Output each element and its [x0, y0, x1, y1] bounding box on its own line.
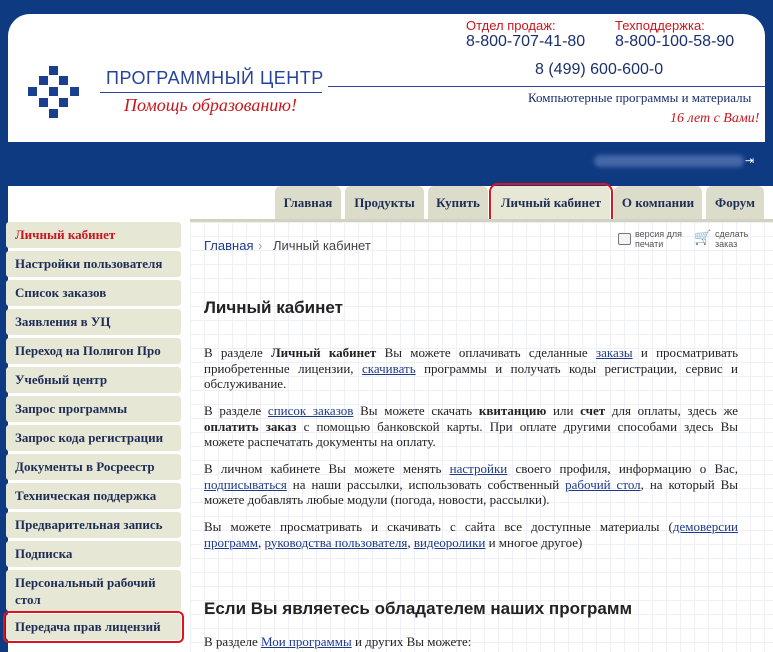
sidebar-item-desktop[interactable]: Персональный рабочий стол [6, 570, 181, 611]
support-label: Техподдержка: [615, 18, 705, 33]
site-header: ПРОГРАММНЫЙ ЦЕНТР Помощь образованию! От… [8, 14, 765, 142]
subscribe-link[interactable]: подписываться [204, 477, 287, 492]
orders-paragraph: В разделе список заказов Вы можете скача… [204, 403, 739, 449]
main-phone: 8 (499) 600-600-0 [535, 61, 664, 78]
logo-title: ПРОГРАММНЫЙ ЦЕНТР [106, 68, 324, 88]
print-version-link[interactable]: версия для печати [635, 229, 687, 249]
download-link[interactable]: скачивать [362, 361, 416, 376]
tab-forum[interactable]: Форум [706, 186, 764, 219]
header-divider [328, 86, 765, 87]
user-name[interactable] [594, 155, 744, 167]
sales-label: Отдел продаж: [466, 18, 556, 33]
tagline: Компьютерные программы и материалы [528, 90, 752, 105]
settings-link[interactable]: настройки [450, 461, 508, 476]
orders-link[interactable]: заказы [596, 345, 633, 360]
logo-divider [100, 92, 322, 93]
sales-phone: 8-800-707-41-80 [466, 33, 586, 50]
sidebar-item-regcode-request[interactable]: Запрос кода регистрации [6, 425, 181, 451]
tab-buy[interactable]: Купить [428, 186, 488, 219]
years-slogan: 16 лет с Вами! [670, 111, 760, 126]
sidebar-item-subscription[interactable]: Подписка [6, 541, 181, 567]
logout-icon[interactable]: ⇥ [745, 155, 755, 166]
order-list-link[interactable]: список заказов [268, 403, 353, 418]
manuals-link[interactable]: руководства пользователя [265, 535, 408, 550]
sidebar-item-appointment[interactable]: Предварительная запись [6, 512, 181, 538]
sidebar-item-tech-support[interactable]: Техническая поддержка [6, 483, 181, 509]
logo-icon[interactable] [28, 66, 80, 118]
sidebar-item-orders[interactable]: Список заказов [6, 280, 181, 306]
my-programs-link[interactable]: Мои программы [261, 634, 352, 649]
owners-heading: Если Вы являетесь обладателем наших прог… [204, 599, 633, 618]
breadcrumb-current: Личный кабинет [273, 238, 371, 253]
sidebar-item-user-settings[interactable]: Настройки пользователя [6, 251, 181, 277]
page-title: Личный кабинет [204, 298, 343, 317]
sidebar-item-training-center[interactable]: Учебный центр [6, 367, 181, 393]
intro-paragraph: В разделе Личный кабинет Вы можете оплач… [204, 345, 738, 391]
cart-icon[interactable]: 🛒 [694, 231, 711, 245]
sidebar-item-rosreestr-docs[interactable]: Документы в Росреестр [6, 454, 181, 480]
breadcrumb-home[interactable]: Главная [204, 238, 253, 253]
settings-paragraph: В личном кабинете Вы можете менять настр… [204, 461, 738, 507]
videos-link[interactable]: видеоролики [414, 535, 486, 550]
tab-about[interactable]: О компании [614, 186, 702, 219]
sidebar-item-program-request[interactable]: Запрос программы [6, 396, 181, 422]
breadcrumb-separator: › [258, 238, 263, 253]
materials-paragraph: Вы можете просматривать и скачивать с са… [204, 519, 738, 550]
tab-products[interactable]: Продукты [345, 186, 424, 219]
sidebar-item-uc-requests[interactable]: Заявления в УЦ [6, 309, 181, 335]
my-programs-paragraph: В разделе Мои программы и других Вы може… [204, 634, 472, 649]
sidebar-item-account[interactable]: Личный кабинет [6, 222, 181, 248]
tab-home[interactable]: Главная [275, 186, 341, 219]
logo-subtitle: Помощь образованию! [124, 95, 297, 115]
make-order-link[interactable]: сделать заказ [715, 229, 755, 249]
support-phone: 8-800-100-58-90 [615, 33, 735, 50]
tab-account[interactable]: Личный кабинет [489, 183, 613, 222]
printer-icon[interactable] [618, 233, 631, 245]
sidebar-item-polygon-pro[interactable]: Переход на Полигон Про [6, 338, 181, 364]
sidebar-item-license-transfer[interactable]: Передача прав лицензий [3, 611, 184, 643]
desktop-link[interactable]: рабочий стол [565, 477, 641, 492]
